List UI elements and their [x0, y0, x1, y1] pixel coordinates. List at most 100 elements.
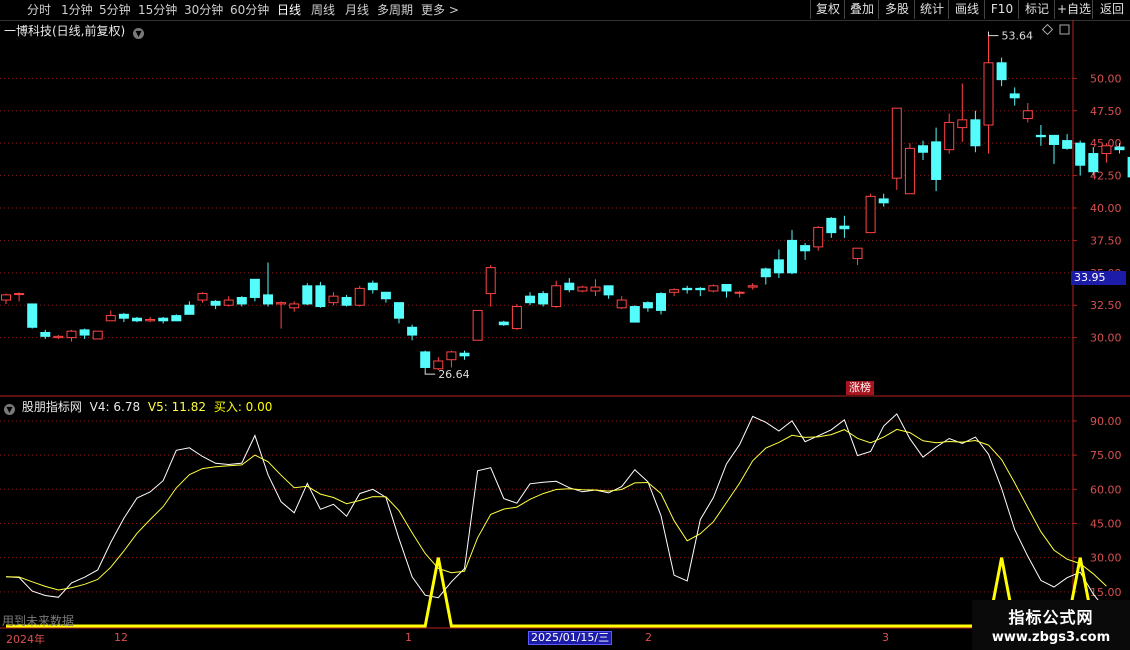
chevron-down-icon[interactable]: ▼ — [4, 404, 15, 415]
candle-body — [695, 287, 706, 291]
candle-body — [105, 315, 116, 322]
candle-body — [132, 317, 142, 322]
candle-body — [931, 141, 942, 180]
candle-body — [328, 295, 339, 304]
candle-body — [642, 302, 653, 309]
future-data-notice: 用到未来数据 — [2, 614, 75, 628]
v5-value: V5: 11.82 — [147, 400, 206, 414]
candle-body — [918, 145, 928, 153]
candle-body — [407, 326, 418, 336]
v4-value: V4: 6.78 — [89, 400, 141, 414]
candle-body — [852, 247, 863, 260]
candle-body — [249, 278, 260, 298]
candle-body — [1049, 134, 1059, 145]
candle-body — [983, 62, 994, 126]
candle-body — [1114, 146, 1125, 151]
candle-body — [603, 285, 614, 296]
panel-toggle-icon — [1059, 24, 1070, 35]
series-line-V4 — [5, 413, 1107, 611]
candle-body — [92, 330, 103, 340]
diamond-icon — [1041, 23, 1054, 36]
candle-body — [800, 245, 811, 252]
candle-body — [1, 294, 11, 301]
candle-body — [1009, 93, 1020, 99]
candle-body — [263, 294, 273, 305]
price-tick-label: 50.00 — [1090, 72, 1122, 85]
high-label: 53.64 — [1002, 30, 1034, 43]
indicator-name: 股朋指标网 — [21, 400, 82, 414]
candle-body — [538, 293, 549, 305]
candle-body — [394, 302, 404, 319]
candle-body — [865, 195, 876, 234]
indicator-tick-label: 60.00 — [1090, 483, 1122, 496]
x-axis-label: 3 — [882, 631, 889, 644]
candle-body — [629, 306, 640, 323]
indicator-title[interactable]: ▼ 股朋指标网 V4: 6.78 V5: 11.82 买入: 0.00 — [4, 398, 272, 415]
x-axis-label: 2024年 — [6, 633, 45, 646]
low-label: 26.64 — [438, 368, 470, 381]
candle-body — [158, 317, 169, 322]
candle-body — [498, 321, 509, 326]
watermark-title: 指标公式网 — [1008, 608, 1094, 627]
buy-value: 买入: 0.00 — [213, 400, 273, 414]
candle-body — [787, 239, 797, 274]
candle-body — [904, 147, 915, 195]
series-line-V5 — [5, 428, 1107, 591]
price-tick-label: 40.00 — [1090, 202, 1122, 215]
candle-body — [14, 293, 25, 296]
current-price-badge: 33.95 — [1071, 271, 1126, 285]
candle-body — [773, 259, 784, 274]
indicator-tick-label: 30.00 — [1090, 552, 1122, 565]
candle-body — [485, 267, 496, 295]
candle-body — [721, 283, 732, 292]
candle-body — [446, 351, 457, 361]
candle-body — [826, 217, 837, 234]
candle-body — [564, 282, 575, 291]
candle-body — [197, 293, 208, 301]
watermark: 指标公式网 www.zbgs3.com — [972, 600, 1130, 650]
stock-title[interactable]: 一博科技(日线,前复权) ▼ — [4, 22, 147, 39]
candle-body — [367, 282, 378, 291]
candle-body — [996, 62, 1007, 81]
candle-body — [210, 300, 221, 306]
price-tick-label: 37.50 — [1090, 234, 1122, 247]
x-axis-label: 1 — [405, 631, 412, 644]
candle-body — [747, 285, 758, 288]
chart-canvas[interactable]: 30.0032.5035.0037.5040.0042.5045.0047.50… — [0, 0, 1130, 650]
stock-title-text: 一博科技(日线,前复权) — [4, 24, 126, 38]
candle-body — [341, 296, 352, 306]
indicator-tick-label: 90.00 — [1090, 415, 1122, 428]
chevron-down-icon[interactable]: ▼ — [133, 28, 145, 39]
candle-body — [66, 330, 77, 339]
candle-body — [616, 299, 627, 309]
candle-body — [184, 304, 195, 315]
high-marker — [988, 31, 999, 37]
candle-body — [1101, 145, 1112, 155]
candle-body — [708, 285, 719, 292]
candle-body — [669, 289, 680, 293]
candle-body — [236, 296, 247, 305]
candle-body — [118, 313, 129, 319]
candle-body — [1075, 142, 1086, 166]
candle-body — [1088, 153, 1099, 173]
candle-body — [315, 285, 326, 308]
indicator-tick-label: 75.00 — [1090, 449, 1122, 462]
x-axis-label: 2 — [645, 631, 652, 644]
candle-body — [53, 335, 64, 339]
zhangbang-badge[interactable]: 涨榜 — [846, 381, 874, 395]
candle-body — [223, 299, 234, 306]
candle-body — [40, 331, 51, 337]
candle-body — [27, 303, 38, 328]
candle-body — [1022, 110, 1033, 120]
candle-body — [891, 107, 902, 179]
candle-body — [1035, 134, 1046, 138]
low-marker — [424, 370, 436, 375]
price-tick-label: 32.50 — [1090, 299, 1122, 312]
candle-body — [79, 329, 90, 336]
candle-body — [551, 285, 562, 308]
price-tick-label: 47.50 — [1090, 105, 1122, 118]
candle-body — [734, 291, 745, 294]
candle-body — [380, 291, 391, 300]
price-tick-label: 30.00 — [1090, 332, 1122, 345]
indicator-tick-label: 15.00 — [1090, 586, 1122, 599]
